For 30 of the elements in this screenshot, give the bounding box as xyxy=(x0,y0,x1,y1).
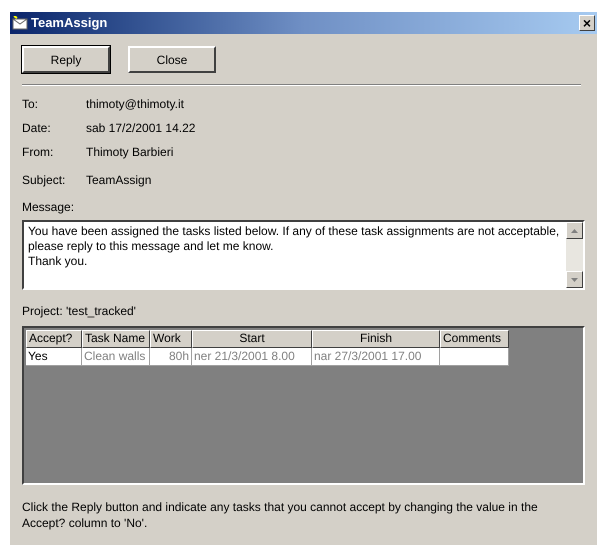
dialog-button[interactable]: Close xyxy=(128,46,216,73)
instruction-text: Click the Reply button and indicate any tasks that you cannot accept by changing the value in the Accept? column to 'No'. xyxy=(22,499,539,531)
dialog-button[interactable]: Reply xyxy=(22,46,110,73)
column-header[interactable]: Comments xyxy=(440,330,509,348)
field-value: sab 17/2/2001 14.22 xyxy=(86,120,196,137)
message-box[interactable]: You have been assigned the tasks listed below. If any of these task assignments are not acceptable, please reply to this message and let me know. Thank you. xyxy=(22,220,585,290)
message-label: Message: xyxy=(22,199,76,216)
message-text: You have been assigned the tasks listed below. If any of these task assignments are not acceptable, please reply to this message and let me know. xyxy=(28,224,560,254)
table-cell[interactable]: Yes xyxy=(26,348,82,366)
mail-icon xyxy=(12,16,28,30)
close-button[interactable]: × xyxy=(579,15,595,31)
column-header[interactable]: Start xyxy=(192,330,312,348)
scroll-down-icon[interactable] xyxy=(566,271,583,288)
scrollbar[interactable] xyxy=(566,222,583,288)
field-value: thimoty@thimoty.it xyxy=(86,96,184,113)
column-header[interactable]: Work xyxy=(150,330,192,348)
table-cell[interactable] xyxy=(440,348,509,366)
column-header[interactable]: Task Name xyxy=(82,330,150,348)
field-label: To: xyxy=(22,96,40,113)
field-value: TeamAssign xyxy=(86,172,152,189)
scroll-up-icon[interactable] xyxy=(566,222,583,239)
field-label: Subject: xyxy=(22,172,66,189)
field-value: Thimoty Barbieri xyxy=(86,144,174,161)
message-text: Thank you. xyxy=(28,254,88,269)
column-header[interactable]: Accept? xyxy=(26,330,82,348)
column-header[interactable]: Finish xyxy=(312,330,440,348)
window-title: TeamAssign xyxy=(31,14,108,32)
project-label: Project: 'test_tracked' xyxy=(22,303,137,320)
field-label: From: xyxy=(22,144,54,161)
field-label: Date: xyxy=(22,120,52,137)
